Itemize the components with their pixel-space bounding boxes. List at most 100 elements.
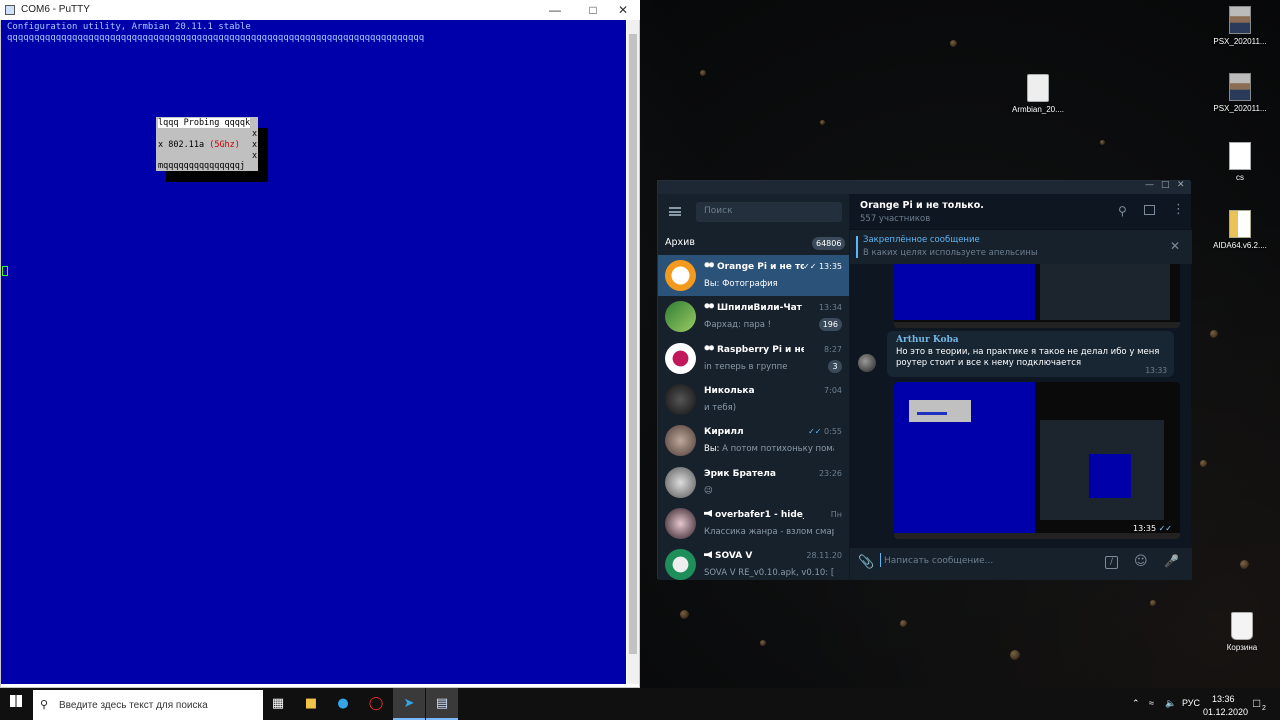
- photo-dialog-thumb: [909, 400, 971, 422]
- dialog-band: (5Ghz): [209, 140, 240, 150]
- image-file-icon: [1229, 73, 1251, 101]
- read-check-icon: ✓✓: [808, 427, 822, 437]
- group-icon: [704, 303, 714, 311]
- taskbar-putty[interactable]: ▤: [426, 688, 458, 720]
- chat-preview: Вы: А потом потихоньку помал...: [704, 444, 834, 455]
- maximize-button[interactable]: □: [576, 0, 610, 20]
- menu-icon[interactable]: [669, 207, 681, 216]
- text-caret: [880, 553, 881, 567]
- chat-subtitle: 557 участников: [860, 214, 931, 224]
- taskbar-search-placeholder: Введите здесь текст для поиска: [59, 700, 208, 711]
- putty-titlebar[interactable]: COM6 - PuTTY — □ ✕: [0, 0, 640, 20]
- scrollbar-thumb[interactable]: [629, 34, 637, 654]
- chat-avatar: [665, 549, 696, 581]
- channel-icon: [704, 509, 712, 517]
- putty-icon: ▤: [435, 696, 449, 711]
- chat-name: Эрик Братела: [704, 468, 776, 479]
- chat-item[interactable]: Эрик Братела 23:26 😉: [658, 462, 849, 503]
- pinned-message[interactable]: Закреплённое сообщение В каких целях исп…: [850, 229, 1192, 264]
- chat-name: Кирилл: [704, 427, 744, 438]
- search-icon: ⚲: [40, 699, 49, 711]
- message-input[interactable]: Написать сообщение...: [884, 556, 1104, 572]
- desktop-icon-armbian[interactable]: Armbian_20....: [1008, 74, 1068, 114]
- chat-item[interactable]: Николька 7:04 и тебя): [658, 379, 849, 420]
- search-input[interactable]: Поиск: [696, 202, 842, 222]
- close-button[interactable]: ✕: [606, 0, 640, 20]
- message-author: Arthur Koba: [896, 335, 959, 345]
- tg-maximize-button[interactable]: □: [1161, 180, 1170, 190]
- photo-message-1[interactable]: [894, 264, 1180, 328]
- taskbar-telegram[interactable]: ➤: [393, 688, 425, 720]
- search-icon[interactable]: ⚲: [1118, 204, 1127, 218]
- taskbar-search[interactable]: ⚲ Введите здесь текст для поиска: [33, 690, 263, 720]
- chat-time: 8:27: [824, 344, 842, 354]
- language-indicator[interactable]: РУС: [1182, 698, 1200, 708]
- chat-preview: и тебя): [704, 402, 737, 413]
- desktop-icon-recycle-bin[interactable]: Корзина: [1212, 612, 1272, 652]
- desktop-icon-cs[interactable]: cs: [1210, 142, 1270, 182]
- terminal-scrollbar[interactable]: [627, 20, 639, 684]
- tg-minimize-button[interactable]: —: [1145, 180, 1154, 190]
- dialog-title: lqqq Probing qqqqk: [158, 118, 251, 128]
- image-file-icon: [1229, 6, 1251, 34]
- sidebar-toggle-icon[interactable]: [1144, 205, 1155, 215]
- chat-panel: Orange Pi и не только. 557 участников ⚲ …: [849, 194, 1192, 580]
- archive-label[interactable]: Архив: [665, 237, 695, 248]
- chat-item[interactable]: overbafer1 - hide_info Пн Классика жанра -…: [658, 503, 849, 544]
- minimize-button[interactable]: —: [538, 0, 572, 20]
- user-avatar[interactable]: [858, 354, 876, 372]
- clock-time[interactable]: 13:36: [1212, 694, 1235, 704]
- message-bubble[interactable]: Arthur Koba Но это в теории, на практике…: [887, 331, 1174, 377]
- start-button[interactable]: [0, 688, 32, 720]
- chat-preview: Классика жанра - взлом смартф...: [704, 526, 834, 537]
- pinned-marker: [856, 236, 858, 258]
- microphone-icon[interactable]: 🎤: [1164, 554, 1179, 568]
- message-time: 13:33: [1145, 366, 1167, 375]
- network-icon[interactable]: ≈: [1149, 698, 1154, 708]
- chat-item[interactable]: Raspberry Pi и не толь... 8:27 in теперь в…: [658, 338, 849, 379]
- notification-icon[interactable]: □: [1253, 696, 1260, 710]
- telegram-titlebar[interactable]: — □ ✕: [658, 180, 1191, 194]
- photo-time: 13:35 ✓✓: [1132, 524, 1172, 533]
- chat-time: 23:26: [818, 468, 842, 478]
- clock-date[interactable]: 01.12.2020: [1203, 707, 1248, 717]
- terminal-screen[interactable]: Configuration utility, Armbian 20.11.1 s…: [1, 20, 626, 684]
- edge-icon: ●: [337, 696, 349, 711]
- desktop-icon-photo-1[interactable]: PSX_202011...: [1210, 6, 1270, 46]
- chat-title[interactable]: Orange Pi и не только.: [860, 200, 984, 211]
- photo-message-2[interactable]: 13:35 ✓✓: [894, 382, 1180, 539]
- chat-sidebar: Поиск Архив 64806 Orange Pi и не толь...…: [658, 194, 849, 581]
- taskbar-opera[interactable]: ◯: [360, 688, 392, 720]
- more-icon[interactable]: ⋮: [1172, 202, 1185, 217]
- chat-preview: Фархад: пара !: [704, 320, 772, 331]
- close-pinned-icon[interactable]: ✕: [1170, 239, 1180, 253]
- chat-preview: in теперь в группе: [704, 361, 788, 372]
- task-view-button[interactable]: ▦: [262, 688, 294, 720]
- tray-chevron-icon[interactable]: ⌃: [1132, 698, 1140, 709]
- dialog-border-right-3: x: [252, 151, 258, 161]
- dialog-bottom: mqqqqqqqqqqqqqqqj: [158, 161, 245, 171]
- chat-time: ✓✓ 0:55: [808, 427, 842, 437]
- desktop-icon-photo-2[interactable]: PSX_202011...: [1210, 73, 1270, 113]
- tg-close-button[interactable]: ✕: [1177, 180, 1185, 190]
- dialog-border-left: x: [158, 140, 164, 150]
- chat-item[interactable]: Orange Pi и не толь...✓✓ 13:35 Вы: Фотогр…: [658, 255, 849, 296]
- telegram-icon: ➤: [403, 696, 415, 711]
- emoji-icon[interactable]: ☺: [1134, 554, 1148, 569]
- volume-icon[interactable]: 🔈: [1165, 698, 1176, 709]
- notification-count: 2: [1262, 705, 1266, 712]
- attach-icon[interactable]: 📎: [858, 555, 874, 570]
- chat-avatar: [665, 507, 696, 539]
- chat-item[interactable]: ШпилиВили-Чат 🕶 13:34 Фархад: пара ! 196: [658, 296, 849, 337]
- group-icon: [704, 262, 714, 269]
- taskbar-edge[interactable]: ●: [327, 688, 359, 720]
- desktop-icon-aida64[interactable]: AIDA64.v6.2....: [1210, 210, 1270, 250]
- chat-item[interactable]: SOVA V 28.11.20 SOVA V RE_v0.10.apk, v0.10…: [658, 544, 849, 585]
- pinned-label: Закреплённое сообщение: [863, 235, 980, 245]
- taskbar-explorer[interactable]: ■: [295, 688, 327, 720]
- dialog-value: 802.11a: [168, 140, 205, 150]
- bot-commands-icon[interactable]: /: [1105, 556, 1118, 569]
- chat-time: 13:34: [818, 303, 842, 313]
- chat-time: 7:04: [824, 385, 842, 395]
- chat-item[interactable]: Кирилл ✓✓ 0:55 Вы: А потом потихоньку пома…: [658, 420, 849, 461]
